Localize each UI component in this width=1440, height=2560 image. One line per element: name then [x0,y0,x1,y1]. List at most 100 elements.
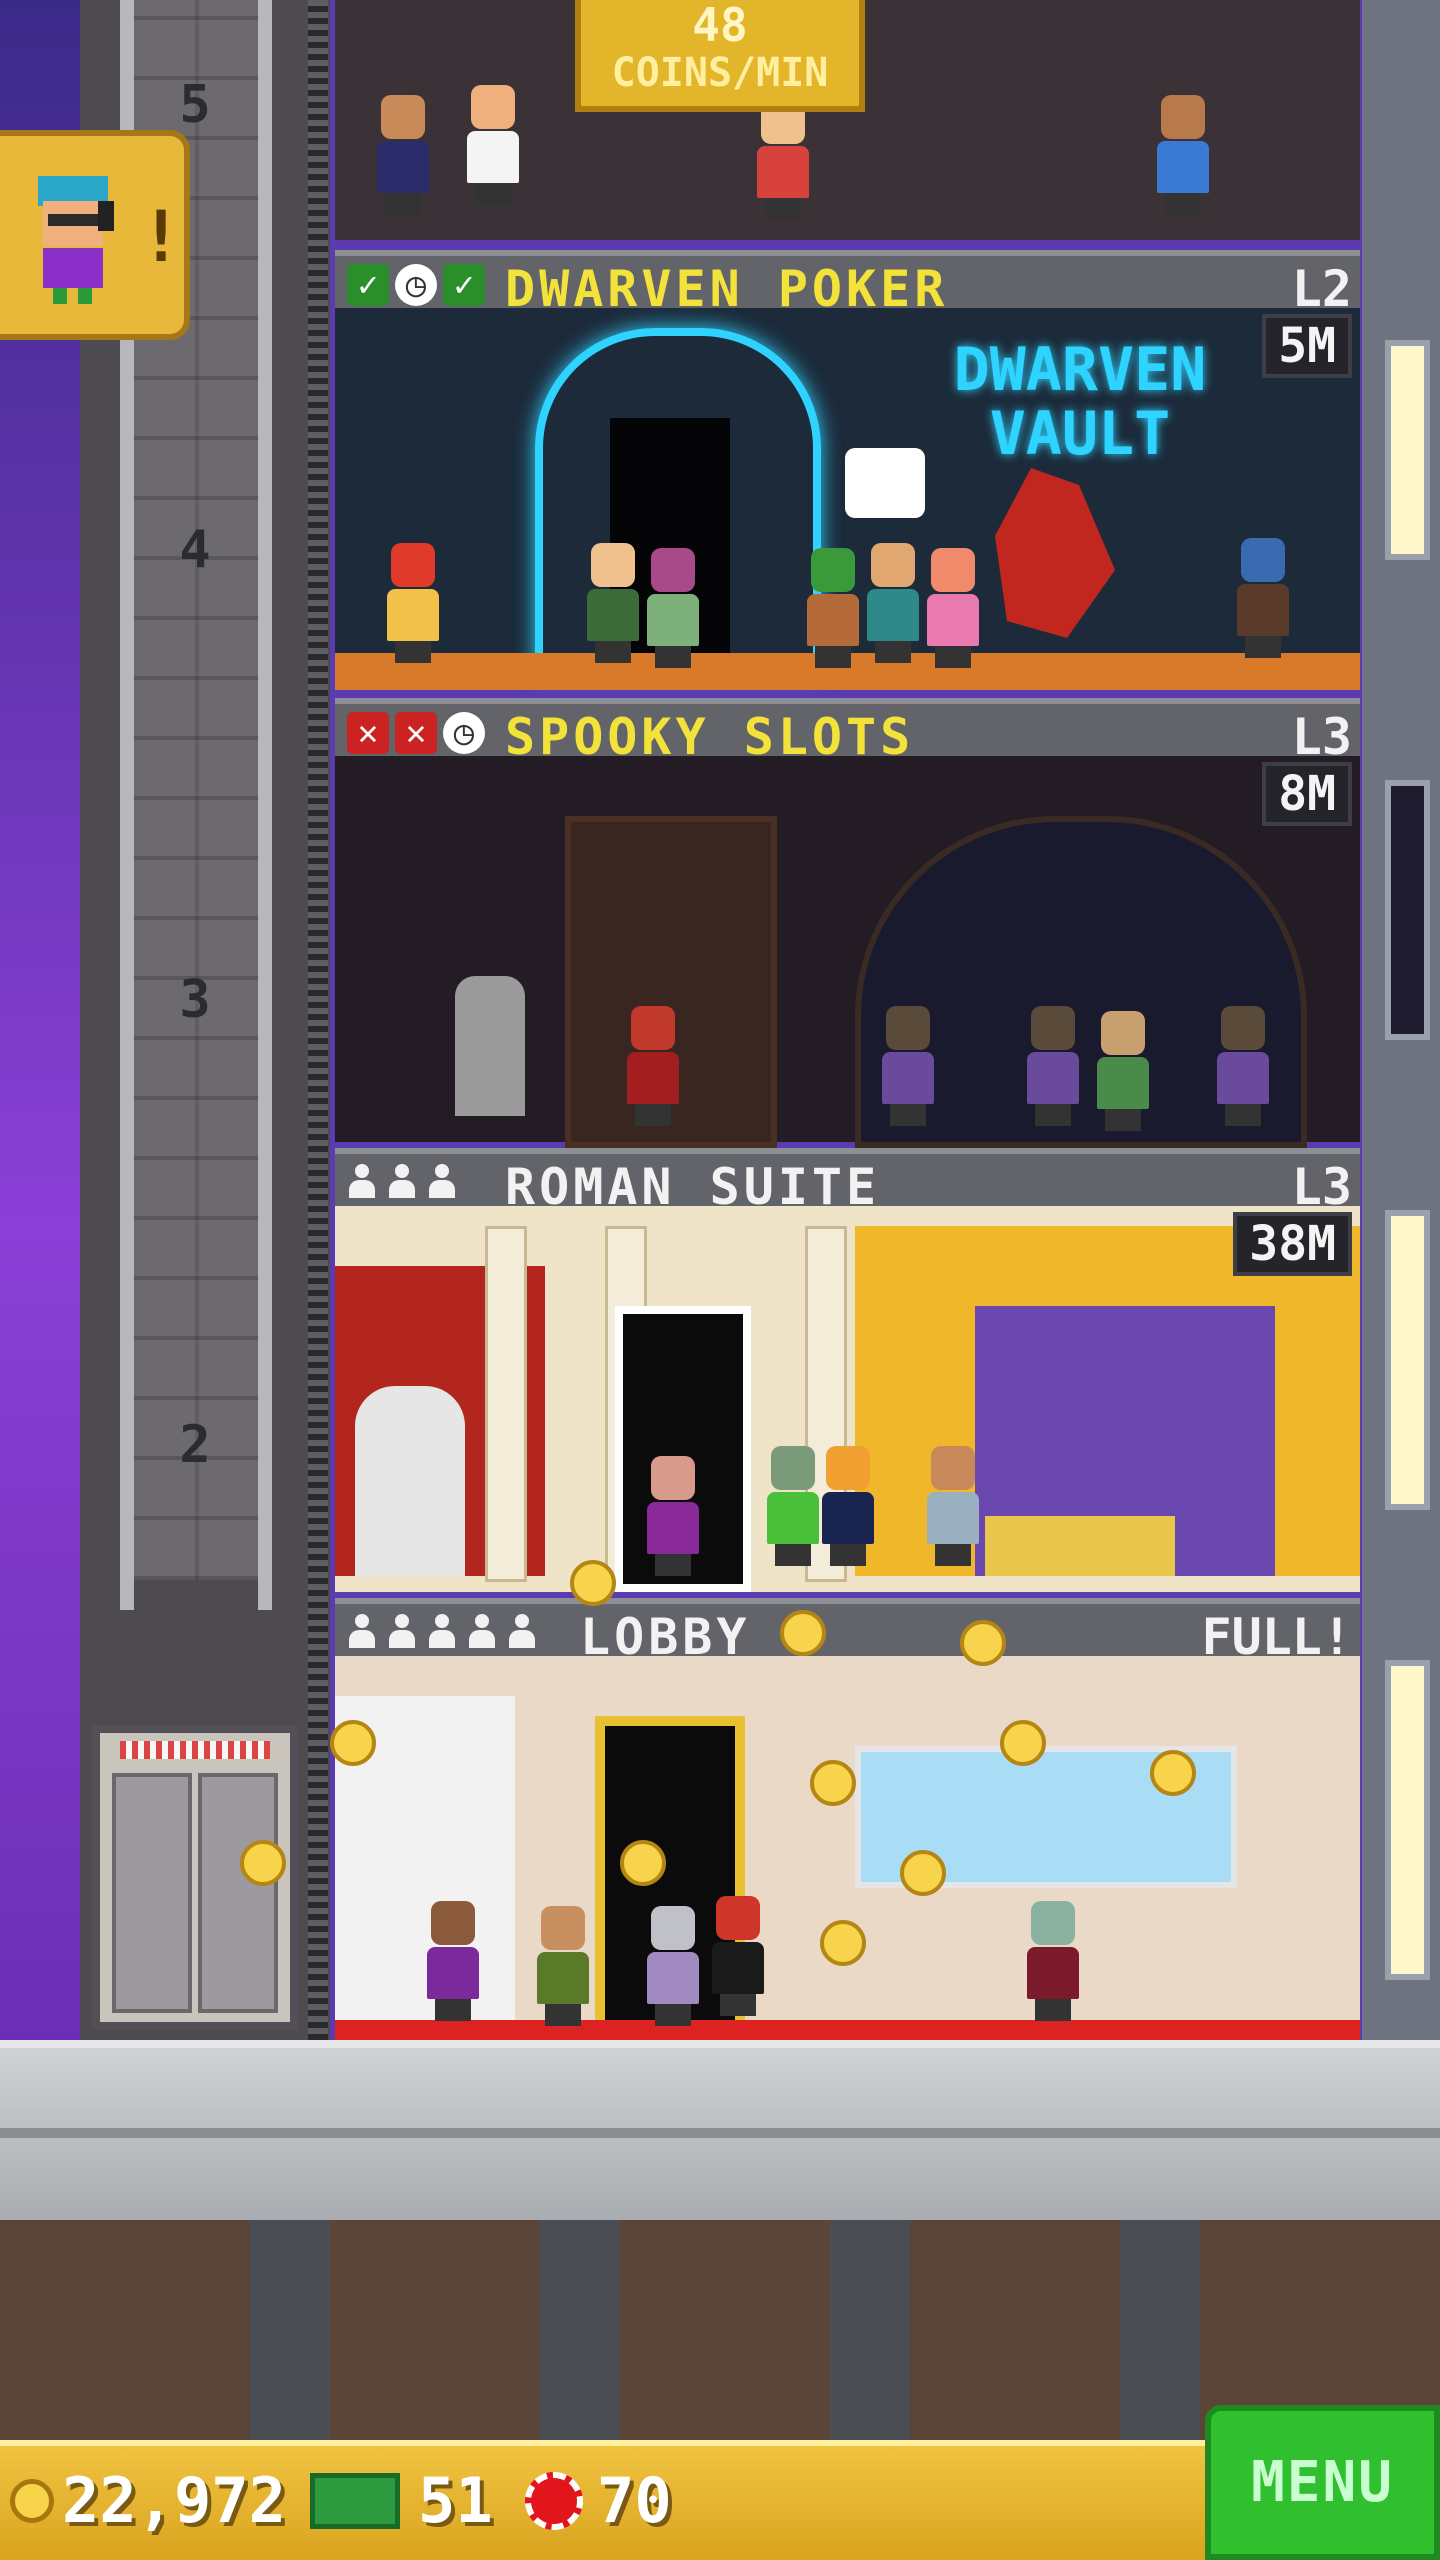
coins-per-min-value: 48 [692,0,748,52]
couch [985,1516,1175,1576]
elevator-door-left [112,1773,192,2013]
sidewalk [0,2040,1440,2220]
bitizen-bellhop [710,1896,766,2016]
check-icon: ✓ [347,264,389,306]
x-icon: ✕ [347,712,389,754]
person-icon [349,1614,375,1648]
menu-button[interactable]: MENU [1205,2405,1440,2560]
bitizen [765,1446,821,1566]
bitizen [805,548,861,668]
coin-icon[interactable] [570,1560,616,1606]
x-icon: ✕ [395,712,437,754]
right-window [1385,340,1430,560]
shaft-floor-number: 3 [179,970,211,1030]
coin-icon[interactable] [960,1620,1006,1666]
bitizen-gnome [385,543,441,663]
bitizen [375,95,431,215]
shaft-floor-number: 4 [179,520,211,580]
floor-roman-suite[interactable]: ROMAN SUITE L3 38M [335,1148,1360,1592]
floor-spooky-slots[interactable]: ✕ ✕ ◷ SPOOKY SLOTS L3 8M [335,698,1360,1148]
bitizen [585,543,641,663]
bitizen [535,1906,591,2026]
bitizen [820,1446,876,1566]
bitizen [645,1456,701,1576]
bitizen-avatar-icon [18,166,128,306]
floor-scene [335,756,1360,1148]
floor-title-bar: ✕ ✕ ◷ SPOOKY SLOTS L3 [335,698,1360,766]
coin-icon[interactable] [780,1610,826,1656]
floor-timer: 8M [1262,762,1352,826]
slot-machine-icon [455,976,525,1116]
bitizen [645,548,701,668]
support-pillar [1120,2220,1200,2440]
bux-value: 51 [418,2464,493,2537]
vault-neon-sign: DWARVEN VAULT [953,335,1207,469]
floor-status-icons: ✓ ◷ ✓ [347,264,485,306]
bitizen [925,548,981,668]
support-pillar [830,2220,910,2440]
bitizen [1025,1006,1081,1126]
speech-bubble-icon[interactable] [845,448,925,518]
floor-dwarven-poker[interactable]: ✓ ◷ ✓ DWARVEN POKER L2 DWARVEN VAULT 5M [335,250,1360,690]
elevator-door-right [198,1773,278,2013]
vip-bitizen-alert-button[interactable]: ! [0,130,190,340]
bitizen-dwarf [1235,538,1291,658]
coin-icon[interactable] [240,1840,286,1886]
coin-icon[interactable] [1000,1720,1046,1766]
coin-icon[interactable] [330,1720,376,1766]
shaft-floor-number: 2 [179,1415,211,1475]
elevator-indicator [120,1741,270,1759]
bitizen-chef [465,85,521,205]
floor-timer: 5M [1262,314,1352,378]
right-window [1385,1660,1430,1980]
bitizen [1025,1901,1081,2021]
bitizen [1215,1006,1271,1126]
person-icon [469,1614,495,1648]
column [485,1226,527,1582]
floor-lobby[interactable]: LOBBY FULL! [335,1598,1360,2040]
floor-status-icons: ✕ ✕ ◷ [347,712,485,754]
chips-counter: 70 [525,2464,672,2537]
bitizen [1095,1011,1151,1131]
floor-scene: DWARVEN VAULT [335,308,1360,690]
coins-per-min-banner: 48 COINS/MIN [575,0,865,112]
right-window [1385,1210,1430,1510]
bitizen [880,1006,936,1126]
bux-counter: 51 [310,2464,493,2537]
bux-icon [310,2472,400,2529]
coin-icon[interactable] [820,1920,866,1966]
elevator-rail [258,0,272,1610]
floor-scene [335,1656,1360,2040]
right-window [1385,780,1430,1040]
check-icon: ✓ [443,264,485,306]
bitizen [645,1906,701,2026]
coin-icon[interactable] [810,1760,856,1806]
dragon-icon [995,468,1115,638]
casino-chip-icon [525,2471,583,2530]
coin-icon[interactable] [620,1840,666,1886]
person-icon [509,1614,535,1648]
coin-icon[interactable] [900,1850,946,1896]
bitizen [755,100,811,220]
person-icon [429,1614,455,1648]
support-pillar [540,2220,620,2440]
coins-value: 22,972 [62,2464,286,2537]
statue-icon [355,1386,465,1576]
coins-per-min-label: COINS/MIN [611,50,829,96]
person-icon [389,1614,415,1648]
bitizen [925,1446,981,1566]
bitizen [865,543,921,663]
person-icon [429,1164,455,1198]
coin-icon[interactable] [1150,1750,1196,1796]
chips-value: 70 [597,2464,672,2537]
floor-title-bar: ✓ ◷ ✓ DWARVEN POKER L2 [335,250,1360,318]
coins-counter: 22,972 [10,2464,286,2537]
coin-icon [10,2478,54,2523]
clock-icon: ◷ [395,264,437,306]
floor-title-bar: ROMAN SUITE L3 [335,1148,1360,1216]
person-icon [389,1164,415,1198]
clock-icon: ◷ [443,712,485,754]
elevator-track [308,0,328,2040]
occupant-icons [349,1164,455,1198]
person-icon [349,1164,375,1198]
